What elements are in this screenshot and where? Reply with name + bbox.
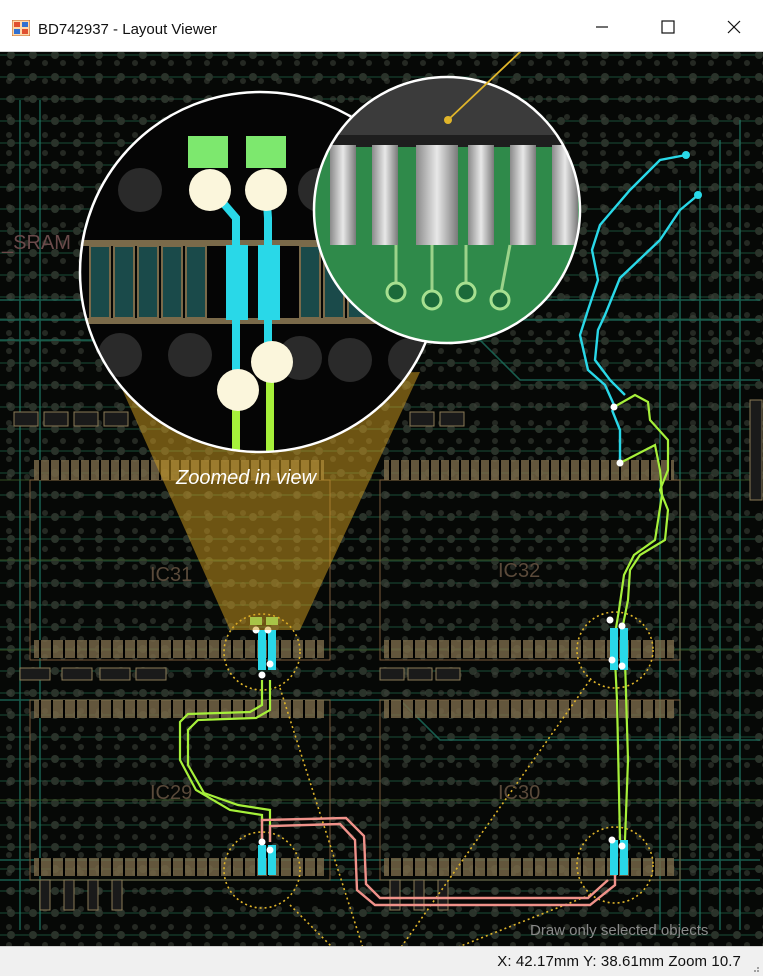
- resize-grip-icon[interactable]: [750, 963, 760, 973]
- ic30-label: IC30: [498, 782, 541, 804]
- title-bar[interactable]: BD742937 - Layout Viewer: [0, 0, 763, 52]
- maximize-icon: [661, 20, 675, 34]
- ic32-label: IC32: [498, 560, 541, 582]
- ic31-label: IC31: [150, 564, 193, 586]
- draw-selected-hint: Draw only selected objects: [530, 922, 709, 939]
- maximize-button[interactable]: [646, 10, 690, 44]
- zoom-caption: Zoomed in view: [176, 467, 317, 489]
- close-button[interactable]: [712, 10, 756, 44]
- window-title: BD742937 - Layout Viewer: [38, 21, 218, 38]
- sram-label: _SRAM: [2, 232, 71, 254]
- cursor-coordinates: X: 42.17mm Y: 38.61mm Zoom 10.7: [497, 953, 741, 970]
- layout-canvas[interactable]: _SRAM IC31 IC32 IC29 IC30 Zoomed in view…: [0, 52, 763, 946]
- minimize-button[interactable]: [580, 10, 624, 44]
- close-icon: [727, 20, 741, 34]
- app-icon: [12, 20, 30, 36]
- layout-viewer-window: BD742937 - Layout Viewer _SRAM IC31 IC32…: [0, 0, 763, 976]
- ic29-label: IC29: [150, 782, 193, 804]
- status-bar: X: 42.17mm Y: 38.61mm Zoom 10.7: [0, 946, 763, 976]
- pcb-drawing: [0, 52, 763, 946]
- minimize-icon: [596, 26, 608, 28]
